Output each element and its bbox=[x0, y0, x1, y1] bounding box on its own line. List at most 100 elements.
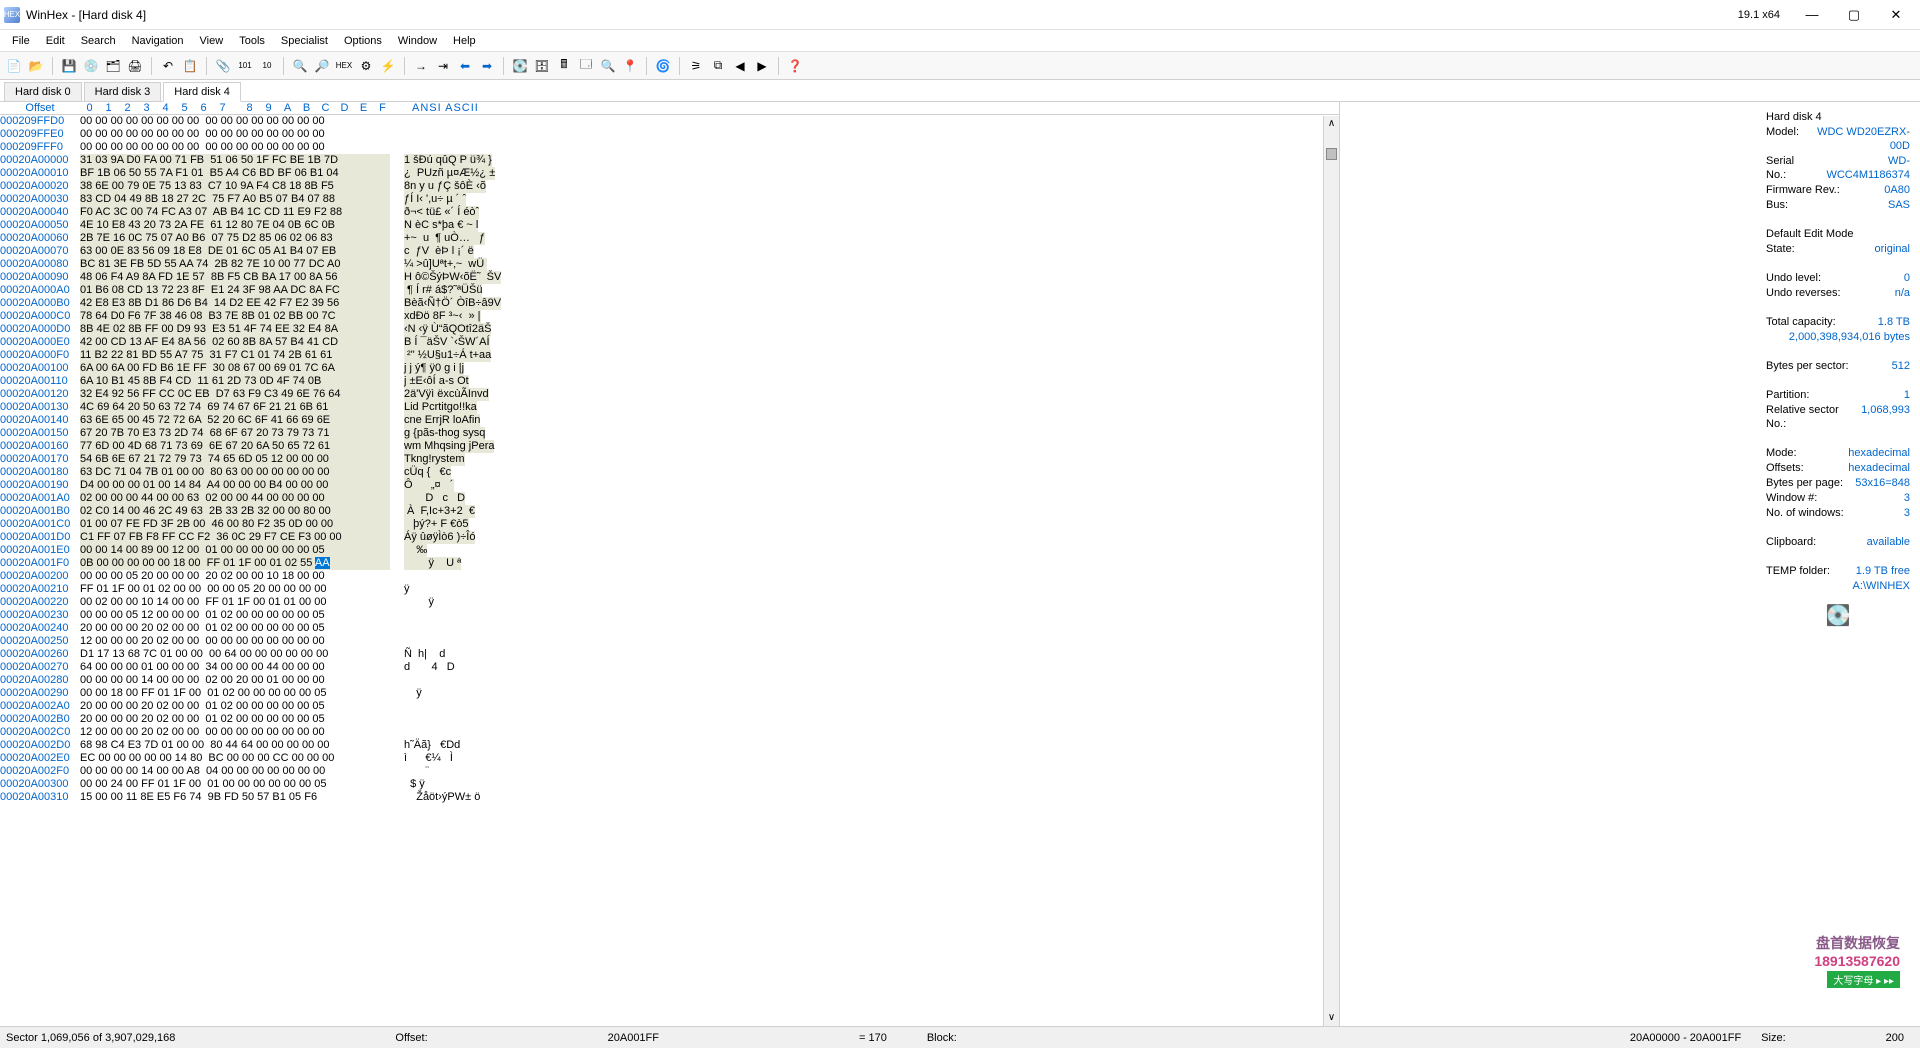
disk-icon[interactable]: 💽 bbox=[510, 56, 530, 76]
hex-row[interactable]: 00020A000C078 64 D0 F6 7F 38 46 08 B3 7E… bbox=[0, 310, 1339, 323]
goto-icon[interactable]: ⚡ bbox=[378, 56, 398, 76]
hex-row[interactable]: 00020A001E000 00 14 00 89 00 12 00 01 00… bbox=[0, 544, 1339, 557]
hex-row[interactable]: 00020A000D08B 4E 02 8B FF 00 D9 93 E3 51… bbox=[0, 323, 1339, 336]
menu-edit[interactable]: Edit bbox=[38, 33, 73, 49]
hex-row[interactable]: 00020A0014063 6E 65 00 45 72 72 6A 52 20… bbox=[0, 414, 1339, 427]
save-sector-icon[interactable]: 💿 bbox=[81, 56, 101, 76]
new-icon[interactable]: 📄 bbox=[4, 56, 24, 76]
hex-row[interactable]: 000209FFE000 00 00 00 00 00 00 00 00 00 … bbox=[0, 128, 1339, 141]
hex-row[interactable]: 00020A0027064 00 00 00 01 00 00 00 34 00… bbox=[0, 661, 1339, 674]
hex-row[interactable]: 00020A0024020 00 00 00 20 02 00 00 01 02… bbox=[0, 622, 1339, 635]
find-text-icon[interactable]: HEX bbox=[334, 56, 354, 76]
scroll-up-icon[interactable]: ∧ bbox=[1324, 116, 1339, 132]
menu-help[interactable]: Help bbox=[445, 33, 484, 49]
hex-row[interactable]: 00020A00260D1 17 13 68 7C 01 00 00 00 64… bbox=[0, 648, 1339, 661]
nav-back-icon[interactable]: ⬅ bbox=[455, 56, 475, 76]
hex-row[interactable]: 00020A0000031 03 9A D0 FA 00 71 FB 51 06… bbox=[0, 154, 1339, 167]
hex-row[interactable]: 00020A002D068 98 C4 E3 7D 01 00 00 80 44… bbox=[0, 739, 1339, 752]
nav-goto-icon[interactable]: ⇥ bbox=[433, 56, 453, 76]
hex-row[interactable]: 00020A0012032 E4 92 56 FF CC 0C EB D7 63… bbox=[0, 388, 1339, 401]
hex-row[interactable]: 00020A00080BC 81 3E FB 5D 55 AA 74 2B 82… bbox=[0, 258, 1339, 271]
copy-icon[interactable]: 📋 bbox=[180, 56, 200, 76]
help-icon[interactable]: ❓ bbox=[785, 56, 805, 76]
close-button[interactable]: ✕ bbox=[1876, 2, 1916, 28]
save-icon[interactable]: 💾 bbox=[59, 56, 79, 76]
hex-row[interactable]: 00020A001A002 00 00 00 44 00 00 63 02 00… bbox=[0, 492, 1339, 505]
hex-row[interactable]: 00020A00190D4 00 00 00 01 00 14 84 A4 00… bbox=[0, 479, 1339, 492]
undo-icon[interactable]: ↶ bbox=[158, 56, 178, 76]
maximize-button[interactable]: ▢ bbox=[1834, 2, 1874, 28]
hex-row[interactable]: 00020A0020000 00 00 05 20 00 00 00 20 02… bbox=[0, 570, 1339, 583]
hex-row[interactable]: 00020A00040F0 AC 3C 00 74 FC A3 07 AB B4… bbox=[0, 206, 1339, 219]
menu-window[interactable]: Window bbox=[390, 33, 445, 49]
find-hex-icon[interactable]: 🔎 bbox=[312, 56, 332, 76]
hex-row[interactable]: 000209FFD000 00 00 00 00 00 00 00 00 00 … bbox=[0, 115, 1339, 128]
tab-hard-disk-4[interactable]: Hard disk 4 bbox=[163, 82, 241, 102]
menu-tools[interactable]: Tools bbox=[231, 33, 273, 49]
position-icon[interactable]: 📍 bbox=[620, 56, 640, 76]
scroll-thumb[interactable] bbox=[1326, 148, 1337, 160]
menu-navigation[interactable]: Navigation bbox=[124, 33, 192, 49]
menu-file[interactable]: File bbox=[4, 33, 38, 49]
hex-row[interactable]: 00020A000602B 7E 16 0C 75 07 A0 B6 07 75… bbox=[0, 232, 1339, 245]
hex-row[interactable]: 00020A001106A 10 B1 45 8B F4 CD 11 61 2D… bbox=[0, 375, 1339, 388]
hex-row[interactable]: 000209FFF000 00 00 00 00 00 00 00 00 00 … bbox=[0, 141, 1339, 154]
vertical-scrollbar[interactable]: ∧ ∨ bbox=[1323, 116, 1339, 1026]
dec-icon[interactable]: 10 bbox=[257, 56, 277, 76]
open-icon[interactable]: 📂 bbox=[26, 56, 46, 76]
print-icon[interactable]: 🖨 bbox=[125, 56, 145, 76]
window-icon[interactable]: 🗔 bbox=[576, 56, 596, 76]
nav-fwd-icon[interactable]: ➡ bbox=[477, 56, 497, 76]
hex-row[interactable]: 00020A0030000 00 24 00 FF 01 1F 00 01 00… bbox=[0, 778, 1339, 791]
scroll-down-icon[interactable]: ∨ bbox=[1324, 1010, 1339, 1026]
zoom-icon[interactable]: 🔍 bbox=[598, 56, 618, 76]
hex-row[interactable]: 00020A002F000 00 00 00 14 00 00 A8 04 00… bbox=[0, 765, 1339, 778]
hex-row[interactable]: 00020A001B002 C0 14 00 46 2C 49 63 2B 33… bbox=[0, 505, 1339, 518]
hex-row[interactable]: 00020A002B020 00 00 00 20 02 00 00 01 02… bbox=[0, 713, 1339, 726]
hex-row[interactable]: 00020A001C001 00 07 FE FD 3F 2B 00 46 00… bbox=[0, 518, 1339, 531]
hex-row[interactable]: 00020A0003083 CD 04 49 8B 18 27 2C 75 F7… bbox=[0, 193, 1339, 206]
hex-row[interactable]: 00020A0023000 00 00 05 12 00 00 00 01 02… bbox=[0, 609, 1339, 622]
hex-row[interactable]: 00020A0002038 6E 00 79 0E 75 13 83 C7 10… bbox=[0, 180, 1339, 193]
minimize-button[interactable]: — bbox=[1792, 2, 1832, 28]
hex-row[interactable]: 00020A002E0EC 00 00 00 00 00 14 80 BC 00… bbox=[0, 752, 1339, 765]
hex-row[interactable]: 00020A000E042 00 CD 13 AF E4 8A 56 02 60… bbox=[0, 336, 1339, 349]
hex-row[interactable]: 00020A0022000 02 00 00 10 14 00 00 FF 01… bbox=[0, 596, 1339, 609]
hex-row[interactable]: 00020A000504E 10 E8 43 20 73 2A FE 61 12… bbox=[0, 219, 1339, 232]
calc-icon[interactable]: 🖩 bbox=[554, 56, 574, 76]
sync-icon[interactable]: ⚞ bbox=[686, 56, 706, 76]
hex-row[interactable]: 00020A00010BF 1B 06 50 55 7A F1 01 B5 A4… bbox=[0, 167, 1339, 180]
nav-first-icon[interactable]: → bbox=[411, 56, 431, 76]
menu-options[interactable]: Options bbox=[336, 33, 390, 49]
hex-row[interactable]: 00020A001006A 00 6A 00 FD B6 1E FF 30 08… bbox=[0, 362, 1339, 375]
hex-row[interactable]: 00020A002C012 00 00 00 20 02 00 00 00 00… bbox=[0, 726, 1339, 739]
hex-row[interactable]: 00020A0031015 00 00 11 8E E5 F6 74 9B FD… bbox=[0, 791, 1339, 804]
hex-row[interactable]: 00020A001F00B 00 00 00 00 00 18 00 FF 01… bbox=[0, 557, 1339, 570]
hex-row[interactable]: 00020A001304C 69 64 20 50 63 72 74 69 74… bbox=[0, 401, 1339, 414]
hex-row[interactable]: 00020A0009048 06 F4 A9 8A FD 1E 57 8B F5… bbox=[0, 271, 1339, 284]
hex-row[interactable]: 00020A0016077 6D 00 4D 68 71 73 69 6E 67… bbox=[0, 440, 1339, 453]
hex-row[interactable]: 00020A0017054 6B 6E 67 21 72 79 73 74 65… bbox=[0, 453, 1339, 466]
menu-view[interactable]: View bbox=[192, 33, 232, 49]
hex-row[interactable]: 00020A0029000 00 18 00 FF 01 1F 00 01 02… bbox=[0, 687, 1339, 700]
prev-diff-icon[interactable]: ◀ bbox=[730, 56, 750, 76]
menu-search[interactable]: Search bbox=[73, 33, 124, 49]
hex-row[interactable]: 00020A000B042 E8 E3 8B D1 86 D6 B4 14 D2… bbox=[0, 297, 1339, 310]
tab-hard-disk-3[interactable]: Hard disk 3 bbox=[84, 82, 162, 101]
find-icon[interactable]: 🔍 bbox=[290, 56, 310, 76]
hex-row[interactable]: 00020A0025012 00 00 00 20 02 00 00 00 00… bbox=[0, 635, 1339, 648]
hex-icon[interactable]: 101 bbox=[235, 56, 255, 76]
hex-row[interactable]: 00020A00210FF 01 1F 00 01 02 00 00 00 00… bbox=[0, 583, 1339, 596]
menu-specialist[interactable]: Specialist bbox=[273, 33, 336, 49]
hex-row[interactable]: 00020A000A001 B6 08 CD 13 72 23 8F E1 24… bbox=[0, 284, 1339, 297]
hex-row[interactable]: 00020A0028000 00 00 00 14 00 00 00 02 00… bbox=[0, 674, 1339, 687]
tab-hard-disk-0[interactable]: Hard disk 0 bbox=[4, 82, 82, 101]
properties-icon[interactable]: 🗂 bbox=[103, 56, 123, 76]
hex-row[interactable]: 00020A0018063 DC 71 04 7B 01 00 00 80 63… bbox=[0, 466, 1339, 479]
hex-row[interactable]: 00020A0015067 20 7B 70 E3 73 2D 74 68 6F… bbox=[0, 427, 1339, 440]
clipboard-icon[interactable]: 📎 bbox=[213, 56, 233, 76]
hex-editor[interactable]: Offset 0 1 2 3 4 5 6 7 8 9 A B C D E F A… bbox=[0, 102, 1340, 1026]
analyze-icon[interactable]: 🌀 bbox=[653, 56, 673, 76]
compare-icon[interactable]: ⧉ bbox=[708, 56, 728, 76]
hex-row[interactable]: 00020A001D0C1 FF 07 FB F8 FF CC F2 36 0C… bbox=[0, 531, 1339, 544]
